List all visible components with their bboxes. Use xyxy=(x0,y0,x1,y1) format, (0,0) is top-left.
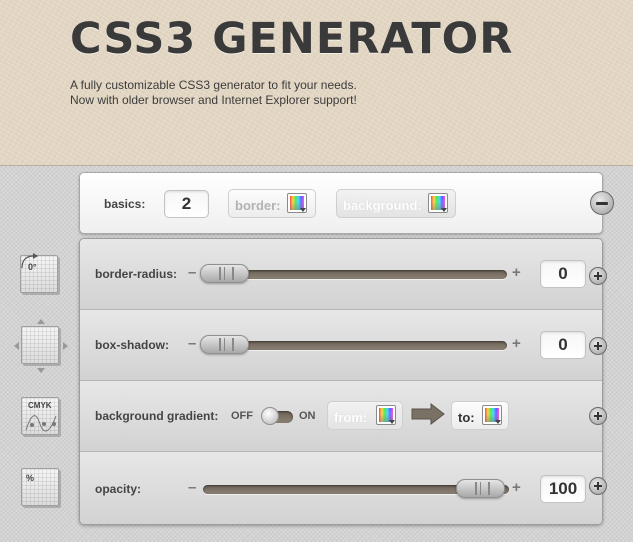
border-radius-row: border-radius: – + 0 xyxy=(80,239,602,310)
gradient-to-chip[interactable]: to: xyxy=(451,401,509,430)
border-color-chip[interactable]: border: xyxy=(228,189,316,218)
add-plus-icon[interactable] xyxy=(589,267,607,285)
opacity-percent-icon: % xyxy=(21,468,59,506)
box-shadow-value[interactable]: 0 xyxy=(540,331,586,359)
cmyk-curves-icon xyxy=(25,415,57,432)
opacity-value[interactable]: 100 xyxy=(540,475,586,503)
move-arrows-icon xyxy=(14,319,68,373)
gradient-arrow-icon xyxy=(411,403,445,425)
collapse-minus-icon[interactable] xyxy=(590,191,614,215)
color-picker-icon[interactable] xyxy=(287,193,307,213)
background-chip-label: background: xyxy=(343,198,422,213)
shadow-move-icon xyxy=(14,319,68,373)
border-radius-label: border-radius: xyxy=(95,267,178,281)
basics-label: basics: xyxy=(104,197,146,211)
add-plus-icon[interactable] xyxy=(589,477,607,495)
gradient-to-label: to: xyxy=(458,410,475,425)
gradient-toggle-knob[interactable] xyxy=(261,407,279,425)
background-gradient-row: background gradient: OFF ON from: to: xyxy=(80,381,602,452)
cmyk-icon-label: CMYK xyxy=(28,401,52,410)
box-shadow-label: box-shadow: xyxy=(95,338,169,352)
box-shadow-increment[interactable]: + xyxy=(512,335,521,352)
gradient-off-label: OFF xyxy=(231,410,253,422)
rotation-icon: 0° xyxy=(20,253,58,293)
add-plus-icon[interactable] xyxy=(589,407,607,425)
basics-panel: basics: 2 border: background: xyxy=(79,172,603,234)
border-radius-increment[interactable]: + xyxy=(512,264,521,281)
color-picker-icon[interactable] xyxy=(376,405,396,425)
tagline-line-1: A fully customizable CSS3 generator to f… xyxy=(70,78,357,92)
gradient-from-label: from: xyxy=(334,410,368,425)
border-radius-value[interactable]: 0 xyxy=(540,260,586,288)
rotation-arrow-icon xyxy=(21,253,38,269)
basics-count-field[interactable]: 2 xyxy=(164,190,209,218)
tagline-line-2: Now with older browser and Internet Expl… xyxy=(70,93,357,107)
color-picker-icon[interactable] xyxy=(428,193,448,213)
add-plus-icon[interactable] xyxy=(589,337,607,355)
box-shadow-row: box-shadow: – + 0 xyxy=(80,310,602,381)
gradient-on-label: ON xyxy=(299,410,316,422)
background-color-chip[interactable]: background: xyxy=(336,189,456,218)
opacity-label: opacity: xyxy=(95,482,142,496)
opacity-increment[interactable]: + xyxy=(512,479,521,496)
header: CSS3 GENERATOR A fully customizable CSS3… xyxy=(0,0,633,166)
opacity-icon-label: % xyxy=(26,473,35,483)
border-radius-decrement[interactable]: – xyxy=(188,264,196,281)
opacity-slider-handle[interactable] xyxy=(456,479,505,498)
background-gradient-label: background gradient: xyxy=(95,409,219,423)
opacity-row: opacity: – + 100 xyxy=(80,452,602,524)
border-chip-label: border: xyxy=(235,198,281,213)
opacity-decrement[interactable]: – xyxy=(188,479,196,496)
cmyk-gradient-icon: CMYK xyxy=(21,397,59,435)
gradient-from-chip[interactable]: from: xyxy=(327,401,403,430)
gradient-toggle[interactable] xyxy=(261,407,293,425)
border-radius-slider-handle[interactable] xyxy=(200,264,249,283)
properties-panel: border-radius: – + 0 box-shadow: – + 0 b… xyxy=(79,238,603,525)
box-shadow-decrement[interactable]: – xyxy=(188,335,196,352)
color-picker-icon[interactable] xyxy=(482,405,502,425)
page-title: CSS3 GENERATOR xyxy=(70,14,514,64)
box-shadow-slider-handle[interactable] xyxy=(200,335,249,354)
